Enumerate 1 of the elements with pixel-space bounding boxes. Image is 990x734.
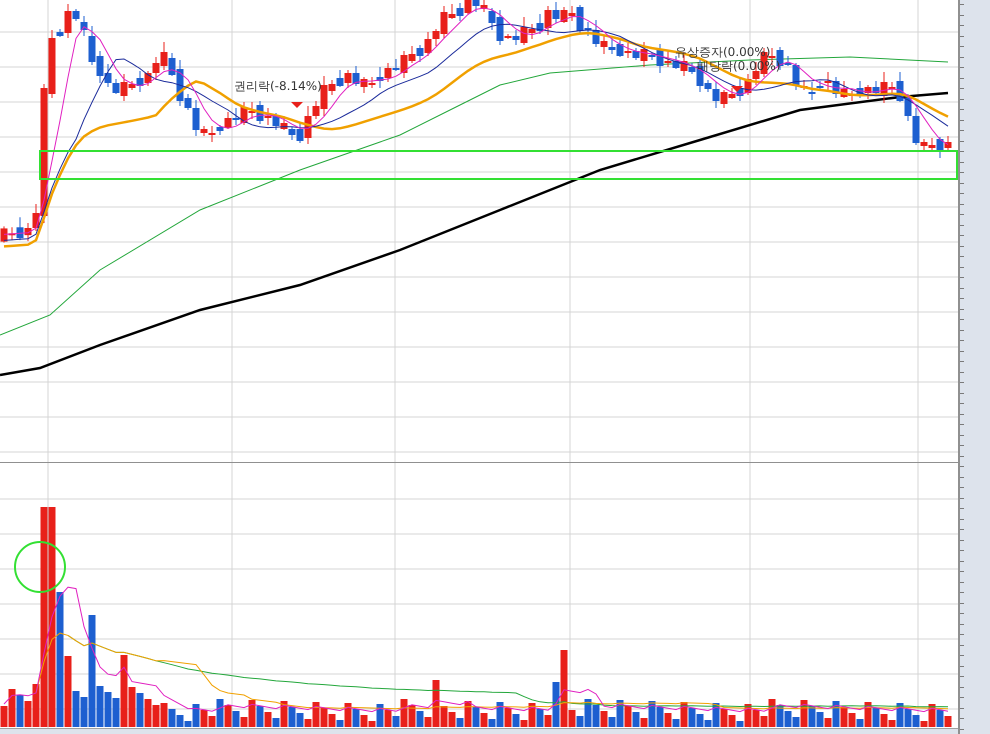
- event-label: 권리락(-8.14%): [234, 79, 322, 93]
